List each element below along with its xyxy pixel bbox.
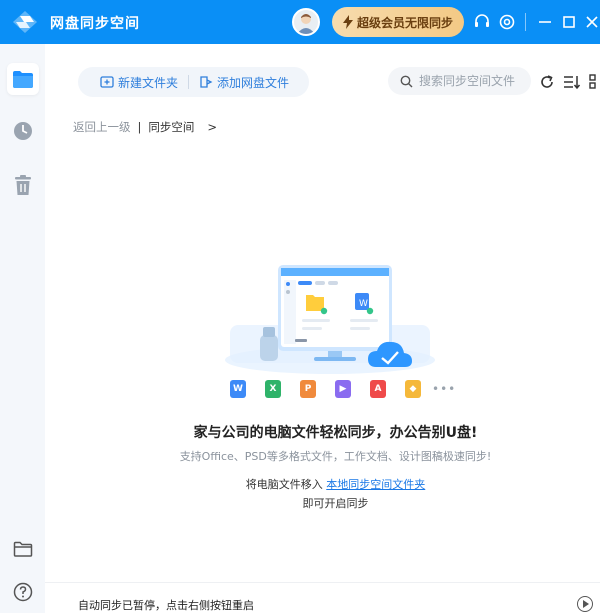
search-icon: [400, 75, 413, 87]
sidebar-item-trash[interactable]: [7, 169, 39, 201]
title-bar: 网盘同步空间 超级会员无限同步: [0, 0, 600, 44]
sidebar-item-history[interactable]: [7, 115, 39, 147]
vip-label: 超级会员无限同步: [356, 15, 453, 30]
excel-icon: X: [265, 380, 281, 398]
sidebar-help-button[interactable]: [7, 576, 39, 608]
empty-state-hint-line2: 即可开启同步: [302, 497, 369, 510]
resume-sync-button[interactable]: [577, 596, 593, 612]
grid-view-icon[interactable]: [589, 74, 600, 90]
breadcrumb-arrow: >: [207, 120, 218, 134]
empty-state-headline: 家与公司的电脑文件轻松同步，办公告别U盘!: [193, 425, 478, 441]
lightning-icon: [342, 15, 353, 29]
close-icon[interactable]: [582, 12, 600, 32]
new-folder-button[interactable]: 新建文件夹: [100, 67, 178, 97]
sync-illustration: W: [225, 265, 435, 374]
sidebar-item-sync-space[interactable]: [7, 63, 39, 95]
avatar-icon: [297, 14, 315, 34]
breadcrumb: 返回上一级 | 同步空间 >: [73, 119, 217, 135]
folder-icon: [13, 71, 33, 88]
help-icon: [13, 582, 33, 602]
headset-icon[interactable]: [472, 12, 492, 32]
image-icon: ◆: [405, 380, 421, 398]
breadcrumb-back-link[interactable]: 返回上一级: [73, 119, 131, 135]
local-sync-folder-link[interactable]: 本地同步空间文件夹: [326, 478, 425, 491]
word-icon: W: [230, 380, 246, 398]
video-icon: ▶: [335, 380, 351, 398]
search-input[interactable]: [419, 74, 523, 88]
add-cloud-file-button[interactable]: 添加网盘文件: [199, 67, 289, 97]
settings-icon[interactable]: [497, 12, 517, 32]
minimize-icon[interactable]: [535, 12, 555, 32]
svg-text:W: W: [359, 299, 368, 309]
more-formats-icon: •••: [432, 382, 457, 396]
trash-icon: [15, 175, 31, 195]
maximize-icon[interactable]: [559, 12, 579, 32]
pdf-icon: A: [370, 380, 386, 398]
hint-prefix: 将电脑文件移入: [245, 478, 327, 491]
toolbar-actions: 新建文件夹 添加网盘文件: [78, 67, 309, 97]
titlebar-divider: [525, 13, 526, 31]
search-box[interactable]: [388, 67, 531, 95]
sort-icon[interactable]: [563, 74, 581, 90]
breadcrumb-current: 同步空间: [148, 120, 195, 134]
ppt-icon: P: [300, 380, 316, 398]
breadcrumb-separator: |: [137, 120, 142, 134]
window-title: 网盘同步空间: [50, 16, 140, 32]
sidebar: [0, 44, 45, 613]
app-logo-icon: [13, 11, 37, 33]
clock-icon: [14, 122, 32, 140]
empty-state-hint: 将电脑文件移入 本地同步空间文件夹: [45, 476, 600, 492]
user-avatar[interactable]: [292, 8, 320, 36]
vip-upgrade-button[interactable]: 超级会员无限同步: [332, 7, 464, 37]
add-file-label: 添加网盘文件: [217, 75, 290, 90]
status-bar: 自动同步已暂停，点击右侧按钮重启: [45, 582, 600, 613]
add-folder-icon: [100, 76, 114, 88]
new-folder-label: 新建文件夹: [118, 75, 179, 90]
toolbar-divider: [188, 75, 189, 89]
empty-state-subline: 支持Office、PSD等多格式文件，工作文档、设计图稿极速同步!: [179, 450, 492, 463]
add-file-icon: [200, 76, 213, 88]
sidebar-open-folder-button[interactable]: [7, 533, 39, 565]
sync-status-text: 自动同步已暂停，点击右侧按钮重启: [78, 599, 254, 612]
folder-outline-icon: [13, 541, 33, 557]
refresh-icon[interactable]: [539, 74, 555, 90]
